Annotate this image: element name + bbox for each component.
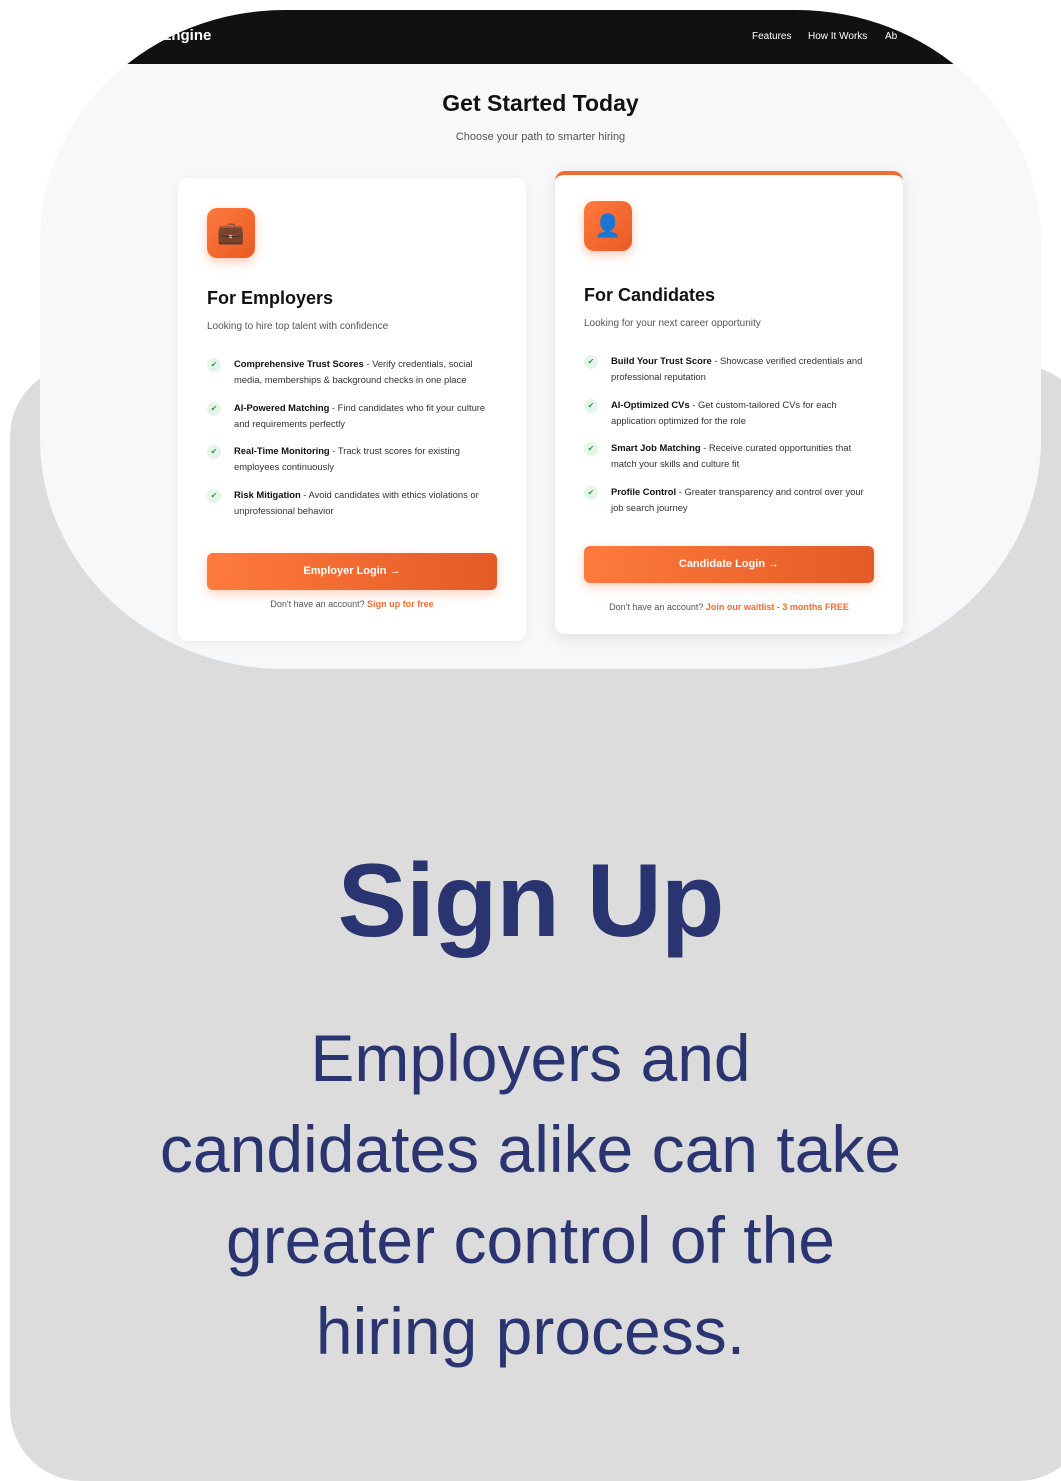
check-icon: ✔ bbox=[207, 489, 221, 503]
feature-bold: Comprehensive Trust Scores bbox=[234, 358, 364, 369]
top-nav: Hire Engine Features How It Works Ab bbox=[40, 10, 1041, 64]
candidates-title: For Candidates bbox=[584, 285, 716, 305]
candidates-feature: ✔ Build Your Trust Score - Showcase veri… bbox=[584, 353, 874, 384]
candidates-feature: ✔ AI-Optimized CVs - Get custom-tailored… bbox=[584, 397, 874, 428]
signup-description: Employers and candidates alike can take … bbox=[159, 1021, 902, 1368]
signup-headline: Sign Up bbox=[337, 843, 725, 959]
nav-logo[interactable]: Hire Engine bbox=[128, 27, 211, 44]
check-icon: ✔ bbox=[584, 486, 598, 500]
employers-feature: ✔ Risk Mitigation - Avoid candidates wit… bbox=[207, 487, 497, 518]
footer-text: Don't have an account? bbox=[270, 599, 368, 609]
waitlist-link[interactable]: Join our waitlist - 3 months FREE bbox=[706, 602, 849, 612]
screenshot-window: Hire Engine Features How It Works Ab Get… bbox=[40, 10, 1041, 669]
employer-login-button[interactable]: Employer Login → bbox=[207, 553, 497, 590]
employers-subtitle: Looking to hire top talent with confiden… bbox=[207, 321, 389, 332]
check-icon: ✔ bbox=[207, 402, 221, 416]
feature-bold: Build Your Trust Score bbox=[611, 355, 712, 366]
nav-link-how-it-works[interactable]: How It Works bbox=[808, 31, 867, 42]
check-icon: ✔ bbox=[207, 445, 221, 459]
signup-link[interactable]: Sign up for free bbox=[367, 599, 434, 609]
feature-bold: Risk Mitigation bbox=[234, 489, 301, 500]
nav-link-features[interactable]: Features bbox=[752, 31, 791, 42]
employers-feature: ✔ Comprehensive Trust Scores - Verify cr… bbox=[207, 356, 497, 387]
employers-title: For Employers bbox=[207, 288, 334, 308]
employers-footer: Don't have an account? Sign up for free bbox=[178, 599, 526, 609]
feature-bold: Real-Time Monitoring bbox=[234, 445, 330, 456]
employers-feature: ✔ Real-Time Monitoring - Track trust sco… bbox=[207, 443, 497, 474]
candidates-subtitle: Looking for your next career opportunity bbox=[584, 318, 761, 329]
candidates-card: 👤 For Candidates Looking for your next c… bbox=[555, 171, 903, 634]
briefcase-icon: 💼 bbox=[207, 208, 255, 258]
person-icon: 👤 bbox=[584, 201, 632, 251]
feature-bold: Smart Job Matching bbox=[611, 442, 701, 453]
check-icon: ✔ bbox=[584, 442, 598, 456]
hero-title: Get Started Today bbox=[442, 90, 639, 116]
candidates-feature: ✔ Profile Control - Greater transparency… bbox=[584, 484, 874, 515]
footer-text: Don't have an account? bbox=[609, 602, 706, 612]
candidate-login-button[interactable]: Candidate Login → bbox=[584, 546, 874, 583]
hero-subtitle: Choose your path to smarter hiring bbox=[455, 131, 626, 143]
feature-bold: AI-Powered Matching bbox=[234, 402, 330, 413]
nav-link-about[interactable]: Ab bbox=[885, 31, 897, 42]
check-icon: ✔ bbox=[584, 399, 598, 413]
feature-bold: AI-Optimized CVs bbox=[611, 399, 690, 410]
employers-feature: ✔ AI-Powered Matching - Find candidates … bbox=[207, 400, 497, 431]
candidates-feature: ✔ Smart Job Matching - Receive curated o… bbox=[584, 440, 874, 471]
employers-card: 💼 For Employers Looking to hire top tale… bbox=[178, 178, 526, 641]
check-icon: ✔ bbox=[584, 355, 598, 369]
check-icon: ✔ bbox=[207, 358, 221, 372]
feature-bold: Profile Control bbox=[611, 486, 677, 497]
candidates-footer: Don't have an account? Join our waitlist… bbox=[555, 602, 903, 612]
